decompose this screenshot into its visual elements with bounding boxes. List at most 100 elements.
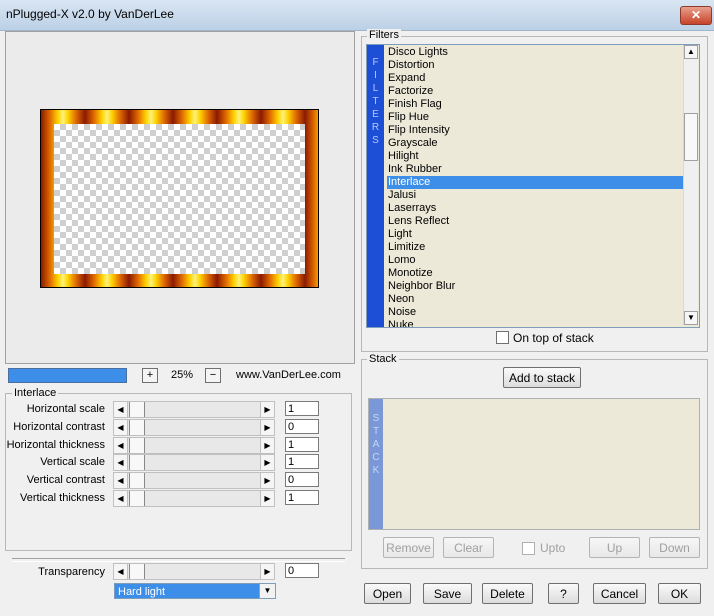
filter-item[interactable]: Distortion	[387, 59, 683, 72]
up-button[interactable]: Up	[589, 537, 640, 558]
vertical-scale-field[interactable]: 1	[285, 454, 319, 469]
filter-item[interactable]: Noise	[387, 306, 683, 319]
blend-mode-select[interactable]: Hard light ▼	[114, 583, 276, 599]
filter-item[interactable]: Neighbor Blur	[387, 280, 683, 293]
arrow-right-icon[interactable]: ▶	[260, 402, 274, 417]
filter-item[interactable]: Neon	[387, 293, 683, 306]
arrow-left-icon[interactable]: ◀	[114, 420, 128, 435]
arrow-left-icon[interactable]: ◀	[114, 473, 128, 488]
vertical-contrast-slider[interactable]: ◀ ▶	[113, 472, 275, 489]
horizontal-scale-field[interactable]: 1	[285, 401, 319, 416]
vertical-thickness-field[interactable]: 1	[285, 490, 319, 505]
slider-thumb[interactable]	[129, 402, 145, 417]
filter-item[interactable]: Finish Flag	[387, 98, 683, 111]
blend-mode-value: Hard light	[118, 586, 166, 598]
add-to-stack-button[interactable]: Add to stack	[503, 367, 581, 388]
slider-thumb[interactable]	[129, 491, 145, 506]
on-top-of-stack-checkbox[interactable]	[496, 331, 509, 344]
remove-button[interactable]: Remove	[383, 537, 434, 558]
vertical-scale-slider[interactable]: ◀ ▶	[113, 454, 275, 471]
filter-item-selected[interactable]: Interlace	[387, 176, 683, 189]
strip-letter: S	[372, 413, 380, 424]
strip-letter: L	[372, 83, 379, 94]
on-top-of-stack-label: On top of stack	[513, 331, 594, 345]
upto-checkbox[interactable]	[522, 542, 535, 555]
website-link[interactable]: www.VanDerLee.com	[236, 369, 341, 381]
strip-letter: I	[374, 70, 377, 81]
progress-bar	[8, 368, 127, 383]
filter-list[interactable]: F I L T E R S Disco Lights Distortion Ex…	[366, 44, 700, 328]
strip-letter: F	[372, 57, 379, 68]
arrow-right-icon[interactable]: ▶	[260, 438, 274, 453]
filter-item[interactable]: Nuke	[387, 319, 683, 327]
filter-item[interactable]: Light	[387, 228, 683, 241]
filter-item[interactable]: Lomo	[387, 254, 683, 267]
slider-thumb[interactable]	[129, 420, 145, 435]
filter-item[interactable]: Jalusi	[387, 189, 683, 202]
cancel-button[interactable]: Cancel	[593, 583, 646, 604]
filter-list-scrollbar[interactable]: ▲ ▼	[683, 45, 698, 325]
filter-item[interactable]: Limitize	[387, 241, 683, 254]
filter-item[interactable]: Factorize	[387, 85, 683, 98]
horizontal-scale-slider[interactable]: ◀ ▶	[113, 401, 275, 418]
arrow-right-icon[interactable]: ▶	[260, 491, 274, 506]
help-button[interactable]: ?	[548, 583, 579, 604]
chevron-down-icon[interactable]: ▼	[259, 584, 275, 598]
arrow-right-icon[interactable]: ▶	[260, 473, 274, 488]
filter-item[interactable]: Laserrays	[387, 202, 683, 215]
horizontal-contrast-slider[interactable]: ◀ ▶	[113, 419, 275, 436]
arrow-left-icon[interactable]: ◀	[114, 491, 128, 506]
filter-item[interactable]: Disco Lights	[387, 46, 683, 59]
vertical-thickness-slider[interactable]: ◀ ▶	[113, 490, 275, 507]
horizontal-thickness-slider[interactable]: ◀ ▶	[113, 437, 275, 454]
scroll-down-icon[interactable]: ▼	[684, 311, 698, 325]
filter-item[interactable]: Monotize	[387, 267, 683, 280]
arrow-right-icon[interactable]: ▶	[260, 420, 274, 435]
horizontal-contrast-field[interactable]: 0	[285, 419, 319, 434]
filter-item[interactable]: Grayscale	[387, 137, 683, 150]
arrow-left-icon[interactable]: ◀	[114, 564, 128, 579]
arrow-left-icon[interactable]: ◀	[114, 455, 128, 470]
zoom-out-button[interactable]: −	[205, 368, 221, 383]
param-label: Horizontal thickness	[6, 439, 105, 451]
slider-thumb[interactable]	[129, 455, 145, 470]
title-bar: nPlugged-X v2.0 by VanDerLee ✕	[0, 0, 714, 31]
transparency-field[interactable]: 0	[285, 563, 319, 578]
filter-item[interactable]: Lens Reflect	[387, 215, 683, 228]
arrow-left-icon[interactable]: ◀	[114, 438, 128, 453]
close-button[interactable]: ✕	[680, 6, 712, 25]
horizontal-thickness-field[interactable]: 1	[285, 437, 319, 452]
zoom-value: 25%	[171, 369, 194, 381]
slider-thumb[interactable]	[129, 564, 145, 579]
transparency-checkerboard	[54, 124, 305, 274]
arrow-left-icon[interactable]: ◀	[114, 402, 128, 417]
ok-button[interactable]: OK	[658, 583, 701, 604]
open-button[interactable]: Open	[364, 583, 411, 604]
upto-label: Upto	[540, 541, 566, 555]
filters-strip: F I L T E R S	[367, 45, 384, 327]
scroll-thumb[interactable]	[684, 113, 698, 161]
filter-item[interactable]: Ink Rubber	[387, 163, 683, 176]
preview-pane	[5, 31, 355, 364]
delete-button[interactable]: Delete	[482, 583, 533, 604]
slider-thumb[interactable]	[129, 473, 145, 488]
arrow-right-icon[interactable]: ▶	[260, 564, 274, 579]
filter-item[interactable]: Flip Hue	[387, 111, 683, 124]
save-button[interactable]: Save	[423, 583, 472, 604]
clear-button[interactable]: Clear	[443, 537, 494, 558]
param-label: Vertical thickness	[20, 492, 105, 504]
vertical-contrast-field[interactable]: 0	[285, 472, 319, 487]
window-title: nPlugged-X v2.0 by VanDerLee	[6, 7, 174, 21]
slider-thumb[interactable]	[129, 438, 145, 453]
strip-letter: A	[372, 439, 380, 450]
filter-item[interactable]: Expand	[387, 72, 683, 85]
zoom-in-button[interactable]: +	[142, 368, 158, 383]
filter-item[interactable]: Flip Intensity	[387, 124, 683, 137]
transparency-slider[interactable]: ◀ ▶	[113, 563, 275, 580]
stack-list[interactable]: S T A C K	[368, 398, 700, 530]
filter-item[interactable]: Hilight	[387, 150, 683, 163]
strip-letter: C	[372, 452, 380, 463]
down-button[interactable]: Down	[649, 537, 700, 558]
scroll-up-icon[interactable]: ▲	[684, 45, 698, 59]
arrow-right-icon[interactable]: ▶	[260, 455, 274, 470]
